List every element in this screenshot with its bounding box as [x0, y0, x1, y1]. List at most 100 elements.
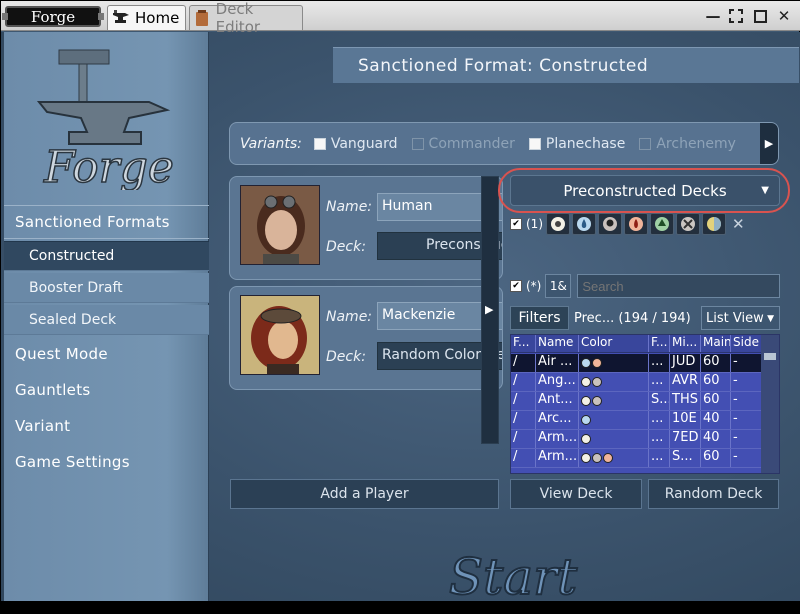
- close-icon[interactable]: ✕: [775, 7, 793, 25]
- mana-symbol-icon: [592, 377, 602, 387]
- table-cell: /: [511, 354, 536, 372]
- table-cell: -: [731, 354, 763, 372]
- player-1-deck-label: Deck:: [326, 239, 366, 255]
- table-cell: /: [511, 392, 536, 410]
- table-header: F... Name Color F... Mi... Main Side: [511, 335, 763, 353]
- sidebar-section-game-settings[interactable]: Game Settings: [4, 445, 209, 479]
- table-row[interactable]: / Ang...... AVR 60-: [511, 373, 763, 392]
- white-mana-icon[interactable]: [546, 213, 570, 235]
- table-cell: 7ED: [670, 430, 701, 448]
- players-scrollbar[interactable]: ▶: [481, 176, 499, 444]
- mana-symbols: [581, 395, 603, 410]
- tab-home[interactable]: Home: [107, 5, 186, 30]
- color-filter-checkbox[interactable]: ✔: [510, 218, 522, 230]
- sidebar-item-sealed-deck[interactable]: Sealed Deck: [4, 305, 209, 335]
- tab-deck-editor[interactable]: Deck Editor: [189, 0, 303, 36]
- anvil-icon: [112, 9, 130, 27]
- search-input[interactable]: [577, 274, 780, 298]
- mana-symbols: [581, 452, 614, 467]
- multicolor-mana-icon[interactable]: [702, 213, 726, 235]
- table-cell: -: [731, 392, 763, 410]
- blue-mana-icon[interactable]: [572, 213, 596, 235]
- sidebar-section-variant[interactable]: Variant: [4, 409, 209, 443]
- color-cell: [579, 449, 649, 467]
- player-2-avatar[interactable]: [240, 295, 320, 375]
- column-header[interactable]: F...: [511, 335, 536, 352]
- home-content: Forge Sanctioned Formats Constructed Boo…: [1, 32, 800, 607]
- variants-bar: Variants: Vanguard Commander Planechase …: [229, 122, 779, 165]
- search-mode-button[interactable]: 1&: [545, 274, 572, 298]
- minimize-icon[interactable]: —: [704, 7, 722, 25]
- variant-vanguard-checkbox[interactable]: Vanguard: [313, 136, 398, 152]
- player-1-name-label: Name:: [326, 199, 373, 215]
- black-mana-icon[interactable]: [598, 213, 622, 235]
- player-2-name-label: Name:: [326, 309, 373, 325]
- random-deck-button[interactable]: Random Deck: [648, 479, 779, 509]
- logo-text: Forge: [43, 142, 174, 190]
- forge-logo: Forge: [29, 40, 189, 194]
- player-1-avatar[interactable]: [240, 185, 320, 265]
- table-cell: ...: [649, 411, 670, 429]
- sidebar-section-gauntlets[interactable]: Gauntlets: [4, 373, 209, 407]
- table-scrollbar[interactable]: [761, 335, 779, 473]
- sidebar-section-sanctioned-formats[interactable]: Sanctioned Formats: [4, 205, 209, 239]
- view-mode-dropdown[interactable]: List View ▼: [701, 306, 780, 330]
- color-filter-count: (1): [526, 217, 543, 231]
- filters-button[interactable]: Filters: [510, 306, 569, 330]
- colorless-mana-icon[interactable]: [676, 213, 700, 235]
- table-cell: -: [731, 430, 763, 448]
- table-cell: /: [511, 449, 536, 467]
- column-header[interactable]: F...: [649, 335, 670, 352]
- table-cell: ...: [649, 430, 670, 448]
- sidebar-section-quest-mode[interactable]: Quest Mode: [4, 337, 209, 371]
- table-row[interactable]: / Arm...... S... 60-: [511, 449, 763, 468]
- forge-menu-button[interactable]: Forge: [2, 6, 104, 27]
- table-row[interactable]: / Air ...... JUD 60-: [511, 354, 763, 373]
- start-label: Start: [449, 548, 578, 606]
- red-mana-icon[interactable]: [624, 213, 648, 235]
- sidebar-item-booster-draft[interactable]: Booster Draft: [4, 273, 209, 303]
- column-header[interactable]: Side: [731, 335, 763, 352]
- table-cell: S...: [670, 449, 701, 467]
- search-filter-checkbox[interactable]: ✔: [510, 280, 522, 292]
- variants-scroll-right-button[interactable]: ▶: [760, 123, 778, 164]
- variant-planechase-checkbox[interactable]: Planechase: [528, 136, 625, 152]
- column-header[interactable]: Mi...: [670, 335, 701, 352]
- page-title: Sanctioned Format: Constructed: [333, 47, 799, 83]
- color-filter-row: ✔ (1) ✕: [510, 212, 780, 236]
- table-cell: ...: [649, 373, 670, 391]
- column-header[interactable]: Name: [536, 335, 579, 352]
- mana-symbol-icon: [592, 453, 602, 463]
- close-icon[interactable]: ✕: [732, 215, 745, 233]
- start-button[interactable]: Start: [441, 544, 586, 610]
- table-cell: -: [731, 411, 763, 429]
- mana-symbol-icon: [581, 377, 591, 387]
- add-player-button[interactable]: Add a Player: [230, 479, 499, 509]
- mana-symbols: [581, 376, 603, 391]
- variant-archenemy-checkbox[interactable]: Archenemy: [639, 136, 736, 152]
- green-mana-icon[interactable]: [650, 213, 674, 235]
- maximize-icon[interactable]: [751, 7, 769, 25]
- dropdown-highlight-ellipse: [498, 168, 790, 213]
- deck-table: F... Name Color F... Mi... Main Side / Ai…: [510, 334, 780, 474]
- variants-label: Variants:: [240, 135, 302, 152]
- mana-symbol-icon: [581, 453, 591, 463]
- player-panel-2: Name: Mackenzie Deck: Random Color Deck: [229, 286, 503, 390]
- color-cell: [579, 354, 649, 372]
- table-row[interactable]: / Arc...... 10E 40-: [511, 411, 763, 430]
- column-header[interactable]: Color: [579, 335, 649, 352]
- color-cell: [579, 430, 649, 448]
- player-panel-1: Name: Human Deck: Preconstructed Deck: [229, 176, 503, 280]
- variant-commander-checkbox[interactable]: Commander: [411, 136, 515, 152]
- color-cell: [579, 392, 649, 410]
- sidebar-item-constructed[interactable]: Constructed: [4, 241, 209, 271]
- table-cell: -: [731, 449, 763, 467]
- table-row[interactable]: / Ant... S... THS 60-: [511, 392, 763, 411]
- mana-symbols: [581, 433, 592, 448]
- table-cell: S...: [649, 392, 670, 410]
- sidebar: Forge Sanctioned Formats Constructed Boo…: [4, 32, 209, 601]
- column-header[interactable]: Main: [701, 335, 731, 352]
- fullscreen-icon[interactable]: [727, 7, 745, 25]
- table-row[interactable]: / Arm...... 7ED 40-: [511, 430, 763, 449]
- view-deck-button[interactable]: View Deck: [510, 479, 642, 509]
